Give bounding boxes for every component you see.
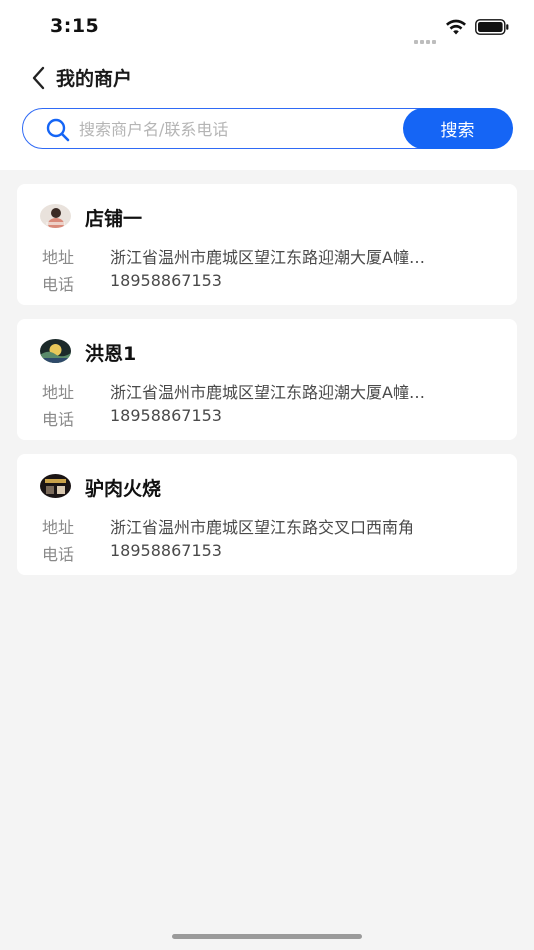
- merchant-card[interactable]: 店铺一 地址 浙江省温州市鹿城区望江东路迎潮大厦A幢… 电话 189588671…: [17, 184, 517, 305]
- address-value: 浙江省温州市鹿城区望江东路交叉口西南角: [110, 518, 415, 537]
- address-label: 地址: [42, 383, 75, 402]
- phone-value: 18958867153: [110, 271, 222, 290]
- screen: 3:15 我的商户 搜索商户名/联系电话 搜索 店铺一 地址 浙江省温州市鹿城区…: [0, 0, 534, 950]
- search-input[interactable]: [79, 115, 399, 143]
- shop-name: 驴肉火烧: [85, 478, 162, 500]
- shop-name: 店铺一: [85, 208, 143, 230]
- merchant-card[interactable]: 驴肉火烧 地址 浙江省温州市鹿城区望江东路交叉口西南角 电话 189588671…: [17, 454, 517, 575]
- phone-label: 电话: [42, 545, 75, 564]
- search-icon: [46, 118, 70, 142]
- phone-label: 电话: [42, 410, 75, 429]
- chevron-left-icon[interactable]: [28, 64, 50, 92]
- avatar-storefront-icon: [40, 474, 71, 498]
- address-label: 地址: [42, 518, 75, 537]
- shop-name: 洪恩1: [85, 343, 137, 365]
- phone-label: 电话: [42, 275, 75, 294]
- avatar-person-icon: [40, 204, 71, 228]
- status-time: 3:15: [50, 15, 100, 37]
- page-title: 我的商户: [56, 68, 133, 90]
- signal-dots-icon: [414, 29, 438, 44]
- phone-value: 18958867153: [110, 406, 222, 425]
- battery-icon: [475, 19, 509, 35]
- avatar-landscape-icon: [40, 339, 71, 363]
- header-area: 3:15 我的商户 搜索: [0, 0, 534, 170]
- wifi-icon: [446, 19, 466, 35]
- search-button[interactable]: 搜索: [402, 107, 513, 149]
- home-indicator[interactable]: [172, 934, 362, 939]
- address-value: 浙江省温州市鹿城区望江东路迎潮大厦A幢…: [110, 248, 425, 267]
- address-value: 浙江省温州市鹿城区望江东路迎潮大厦A幢…: [110, 383, 425, 402]
- address-label: 地址: [42, 248, 75, 267]
- merchant-card[interactable]: 洪恩1 地址 浙江省温州市鹿城区望江东路迎潮大厦A幢… 电话 189588671…: [17, 319, 517, 440]
- phone-value: 18958867153: [110, 541, 222, 560]
- search-bar: 搜索: [22, 107, 513, 149]
